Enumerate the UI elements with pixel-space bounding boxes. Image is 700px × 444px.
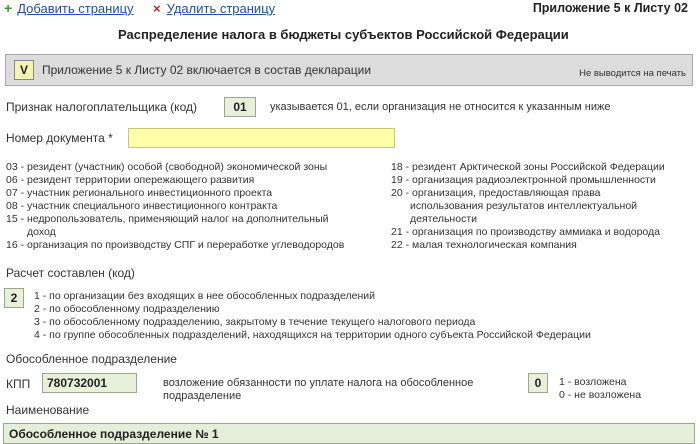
obligation-options: 1 - возложена 0 - не возложена bbox=[559, 376, 641, 402]
taxpayer-sign-hint: указывается 01, если организация не отно… bbox=[270, 101, 611, 113]
separate-division-label: Обособленное подразделение bbox=[6, 352, 177, 366]
appendix-title: Приложение 5 к Листу 02 bbox=[532, 1, 688, 15]
include-label: Приложение 5 к Листу 02 включается в сос… bbox=[42, 63, 372, 77]
kpp-label: КПП bbox=[6, 377, 31, 391]
code-item: доход bbox=[27, 226, 56, 238]
code-item: 16 - организация по производству СПГ и п… bbox=[6, 239, 345, 251]
obligation-field[interactable]: 0 bbox=[528, 373, 548, 393]
code-item: 08 - участник специального инвестиционно… bbox=[6, 200, 278, 212]
add-page-label[interactable]: Добавить страницу bbox=[17, 1, 133, 16]
calculation-code-field[interactable]: 2 bbox=[4, 288, 24, 308]
taxpayer-sign-label: Признак налогоплательщика (код) bbox=[6, 100, 197, 114]
calculation-label: Расчет составлен (код) bbox=[6, 266, 135, 280]
code-item: 15 - недропользователь, применяющий нало… bbox=[6, 213, 329, 225]
not-printed-note: Не выводится на печать bbox=[579, 68, 686, 79]
include-in-declaration-bar: V Приложение 5 к Листу 02 включается в с… bbox=[5, 54, 693, 86]
name-label: Наименование bbox=[6, 403, 90, 417]
code-list-right: 18 - резидент Арктической зоны Российско… bbox=[391, 161, 665, 252]
code-item: 03 - резидент (участник) особой (свободн… bbox=[6, 161, 328, 173]
document-number-field[interactable] bbox=[128, 128, 395, 148]
document-number-label: Номер документа * bbox=[6, 131, 113, 145]
plus-icon: + bbox=[4, 0, 13, 16]
delete-page-label[interactable]: Удалить страницу bbox=[167, 1, 276, 16]
kpp-field[interactable]: 780732001 bbox=[42, 373, 137, 393]
calculation-options: 1 - по организации без входящих в нее об… bbox=[34, 290, 591, 342]
code-item: 20 - организация, предоставляющая права bbox=[391, 187, 601, 199]
calculation-option: 3 - по обособленному подразделению, закр… bbox=[34, 316, 476, 328]
obligation-option: 1 - возложена bbox=[559, 376, 627, 388]
delete-page-link[interactable]: × Удалить страницу bbox=[153, 0, 275, 18]
code-list-left: 03 - резидент (участник) особой (свободн… bbox=[6, 161, 344, 252]
obligation-label-line: возложение обязанности по уплате налога … bbox=[163, 377, 474, 389]
code-item: деятельности bbox=[410, 213, 477, 225]
code-item: использования результатов интеллектуальн… bbox=[410, 200, 638, 212]
code-item: 22 - малая технологическая компания bbox=[391, 239, 577, 251]
taxpayer-sign-field[interactable]: 01 bbox=[224, 97, 256, 117]
code-item: 19 - организация радиоэлектронной промыш… bbox=[391, 174, 656, 186]
add-page-link[interactable]: + Добавить страницу bbox=[4, 0, 134, 18]
code-item: 07 - участник регионального инвестиционн… bbox=[6, 187, 273, 199]
page-title: Распределение налога в бюджеты субъектов… bbox=[118, 27, 569, 42]
code-item: 18 - резидент Арктической зоны Российско… bbox=[391, 161, 665, 173]
obligation-label-line: подразделение bbox=[163, 390, 242, 402]
obligation-option: 0 - не возложена bbox=[559, 389, 642, 401]
x-icon: × bbox=[153, 1, 161, 16]
code-item: 06 - резидент территории опережающего ра… bbox=[6, 174, 255, 186]
calculation-option: 4 - по группе обособленных подразделений… bbox=[34, 329, 591, 341]
calculation-option: 1 - по организации без входящих в нее об… bbox=[34, 290, 376, 302]
code-item: 21 - организация по производству аммиака… bbox=[391, 226, 660, 238]
obligation-label: возложение обязанности по уплате налога … bbox=[163, 377, 473, 403]
division-name-field[interactable]: Обособленное подразделение № 1 bbox=[3, 423, 695, 444]
include-checkbox[interactable]: V bbox=[14, 60, 34, 80]
calculation-option: 2 - по обособленному подразделению bbox=[34, 303, 220, 315]
